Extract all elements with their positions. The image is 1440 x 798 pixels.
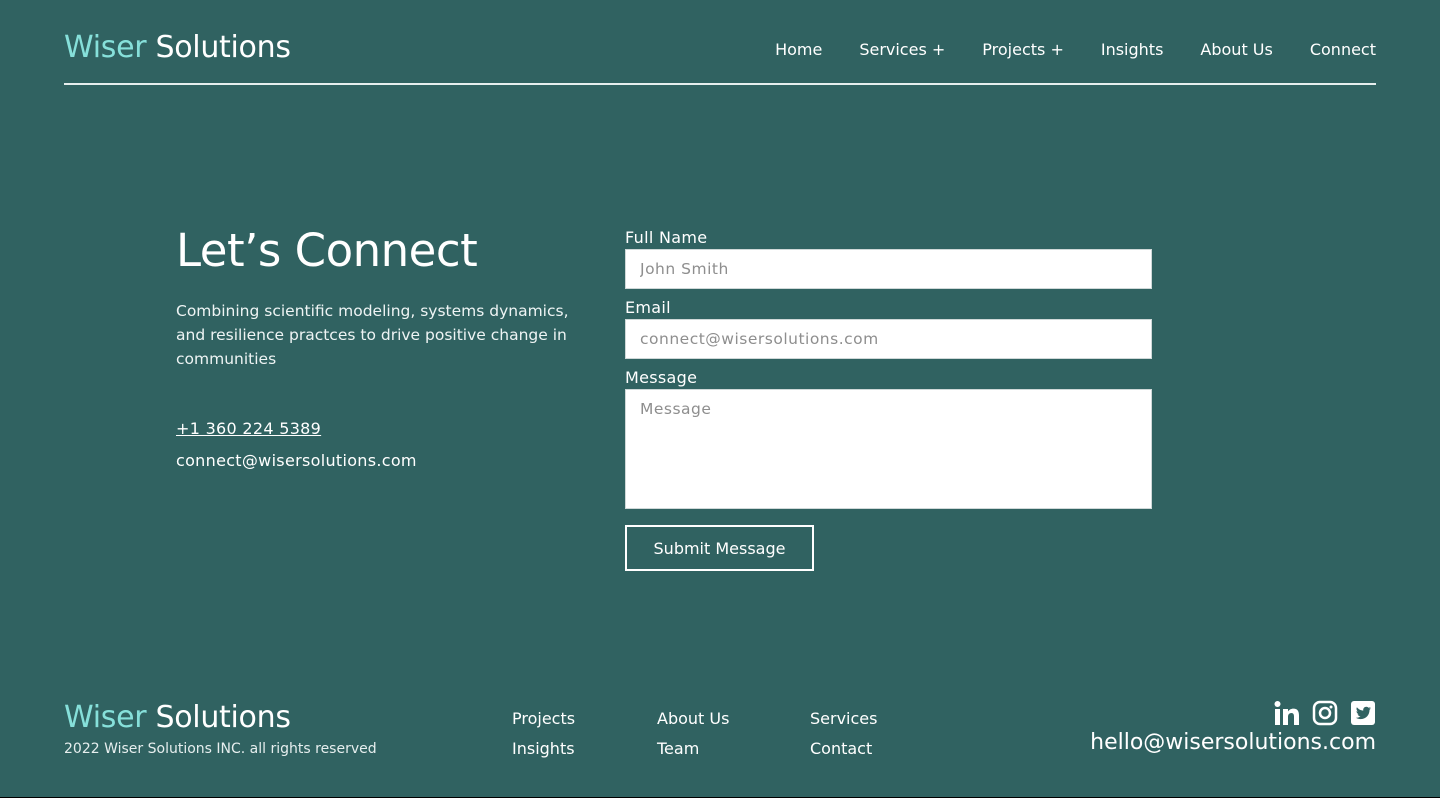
footer-logo-rest: Solutions [146,700,291,735]
phone-link[interactable]: +1 360 224 5389 [176,419,321,438]
social-links [1274,700,1376,726]
full-name-label: Full Name [625,228,708,247]
nav-connect[interactable]: Connect [1310,40,1376,59]
main-nav: Home Services + Projects + Insights Abou… [775,40,1376,59]
message-textarea[interactable] [625,389,1152,509]
contact-email: connect@wisersolutions.com [176,451,417,470]
site-logo[interactable]: Wiser Solutions [64,30,291,65]
nav-projects[interactable]: Projects + [982,40,1064,59]
copyright-text: 2022 Wiser Solutions INC. all rights res… [64,741,377,757]
nav-home[interactable]: Home [775,40,822,59]
message-label: Message [625,368,698,387]
email-label: Email [625,298,671,317]
nav-about-us[interactable]: About Us [1200,40,1272,59]
nav-services[interactable]: Services + [859,40,945,59]
footer-link-about-us[interactable]: About Us [657,709,729,728]
logo-rest: Solutions [146,30,291,65]
footer-email[interactable]: hello@wisersolutions.com [1090,730,1376,755]
footer-link-insights[interactable]: Insights [512,739,575,758]
page-title: Let’s Connect [176,224,478,277]
site-header: Wiser Solutions Home Services + Projects… [64,24,1376,85]
contact-form: Full Name Email Message Submit Message [625,227,1152,571]
logo-accent: Wiser [64,30,147,65]
footer-link-projects[interactable]: Projects [512,709,575,728]
contact-page: Wiser Solutions Home Services + Projects… [0,0,1440,797]
footer-link-team[interactable]: Team [657,739,699,758]
nav-insights[interactable]: Insights [1101,40,1164,59]
full-name-input[interactable] [625,249,1152,289]
footer-link-contact[interactable]: Contact [810,739,872,758]
intro-text: Combining scientific modeling, systems d… [176,302,569,368]
twitter-icon[interactable] [1350,700,1376,726]
instagram-icon[interactable] [1312,700,1338,726]
linkedin-icon[interactable] [1274,700,1300,726]
footer-link-services[interactable]: Services [810,709,877,728]
email-input[interactable] [625,319,1152,359]
submit-message-button[interactable]: Submit Message [625,525,814,571]
footer-logo[interactable]: Wiser Solutions [64,700,291,735]
footer-logo-accent: Wiser [64,700,147,735]
